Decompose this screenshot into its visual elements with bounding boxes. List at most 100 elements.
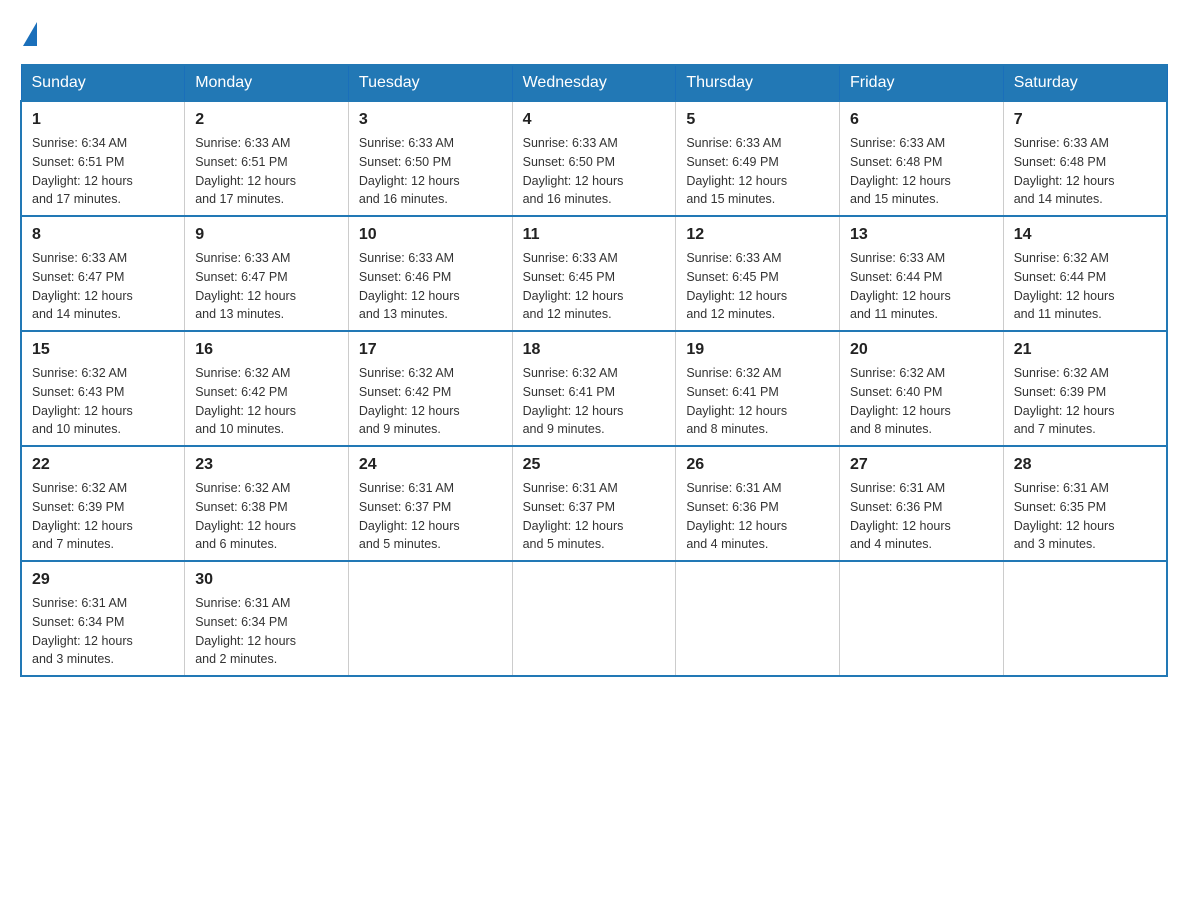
day-info: Sunrise: 6:31 AMSunset: 6:35 PMDaylight:… bbox=[1014, 479, 1156, 554]
calendar-cell: 13Sunrise: 6:33 AMSunset: 6:44 PMDayligh… bbox=[840, 216, 1004, 331]
logo-arrow-icon bbox=[23, 22, 37, 46]
day-info: Sunrise: 6:32 AMSunset: 6:39 PMDaylight:… bbox=[32, 479, 174, 554]
page-header bbox=[20, 20, 1168, 44]
day-number: 15 bbox=[32, 338, 174, 362]
day-number: 25 bbox=[523, 453, 666, 477]
day-number: 13 bbox=[850, 223, 993, 247]
day-info: Sunrise: 6:34 AMSunset: 6:51 PMDaylight:… bbox=[32, 134, 174, 209]
calendar-cell: 12Sunrise: 6:33 AMSunset: 6:45 PMDayligh… bbox=[676, 216, 840, 331]
calendar-cell bbox=[512, 561, 676, 676]
calendar-cell: 22Sunrise: 6:32 AMSunset: 6:39 PMDayligh… bbox=[21, 446, 185, 561]
calendar-cell: 2Sunrise: 6:33 AMSunset: 6:51 PMDaylight… bbox=[185, 101, 349, 216]
column-header-saturday: Saturday bbox=[1003, 65, 1167, 101]
day-number: 8 bbox=[32, 223, 174, 247]
day-number: 9 bbox=[195, 223, 338, 247]
column-header-thursday: Thursday bbox=[676, 65, 840, 101]
calendar-cell: 6Sunrise: 6:33 AMSunset: 6:48 PMDaylight… bbox=[840, 101, 1004, 216]
day-number: 26 bbox=[686, 453, 829, 477]
day-number: 29 bbox=[32, 568, 174, 592]
calendar-cell: 15Sunrise: 6:32 AMSunset: 6:43 PMDayligh… bbox=[21, 331, 185, 446]
column-header-sunday: Sunday bbox=[21, 65, 185, 101]
day-number: 11 bbox=[523, 223, 666, 247]
calendar-cell: 20Sunrise: 6:32 AMSunset: 6:40 PMDayligh… bbox=[840, 331, 1004, 446]
calendar-cell bbox=[676, 561, 840, 676]
calendar-week-row: 8Sunrise: 6:33 AMSunset: 6:47 PMDaylight… bbox=[21, 216, 1167, 331]
calendar-week-row: 15Sunrise: 6:32 AMSunset: 6:43 PMDayligh… bbox=[21, 331, 1167, 446]
day-number: 24 bbox=[359, 453, 502, 477]
day-number: 18 bbox=[523, 338, 666, 362]
calendar-cell: 25Sunrise: 6:31 AMSunset: 6:37 PMDayligh… bbox=[512, 446, 676, 561]
day-info: Sunrise: 6:33 AMSunset: 6:44 PMDaylight:… bbox=[850, 249, 993, 324]
day-number: 20 bbox=[850, 338, 993, 362]
calendar-week-row: 29 Sunrise: 6:31 AMSunset: 6:34 PMDayligh… bbox=[21, 561, 1167, 676]
day-info: Sunrise: 6:32 AMSunset: 6:44 PMDaylight:… bbox=[1014, 249, 1156, 324]
calendar-cell: 9Sunrise: 6:33 AMSunset: 6:47 PMDaylight… bbox=[185, 216, 349, 331]
calendar-cell: 5Sunrise: 6:33 AMSunset: 6:49 PMDaylight… bbox=[676, 101, 840, 216]
calendar-week-row: 22Sunrise: 6:32 AMSunset: 6:39 PMDayligh… bbox=[21, 446, 1167, 561]
day-info: Sunrise: 6:31 AMSunset: 6:37 PMDaylight:… bbox=[359, 479, 502, 554]
calendar-cell: 3Sunrise: 6:33 AMSunset: 6:50 PMDaylight… bbox=[348, 101, 512, 216]
column-header-monday: Monday bbox=[185, 65, 349, 101]
calendar-cell: 19Sunrise: 6:32 AMSunset: 6:41 PMDayligh… bbox=[676, 331, 840, 446]
day-info: Sunrise: 6:32 AMSunset: 6:38 PMDaylight:… bbox=[195, 479, 338, 554]
calendar-cell: 4Sunrise: 6:33 AMSunset: 6:50 PMDaylight… bbox=[512, 101, 676, 216]
day-info: Sunrise: 6:33 AMSunset: 6:48 PMDaylight:… bbox=[1014, 134, 1156, 209]
day-info: Sunrise: 6:32 AMSunset: 6:41 PMDaylight:… bbox=[523, 364, 666, 439]
day-info: Sunrise: 6:33 AMSunset: 6:47 PMDaylight:… bbox=[32, 249, 174, 324]
day-number: 7 bbox=[1014, 108, 1156, 132]
day-info: Sunrise: 6:32 AMSunset: 6:42 PMDaylight:… bbox=[195, 364, 338, 439]
logo bbox=[20, 20, 37, 44]
day-number: 22 bbox=[32, 453, 174, 477]
day-info: Sunrise: 6:32 AMSunset: 6:43 PMDaylight:… bbox=[32, 364, 174, 439]
day-info: Sunrise: 6:32 AMSunset: 6:40 PMDaylight:… bbox=[850, 364, 993, 439]
day-info: Sunrise: 6:32 AMSunset: 6:39 PMDaylight:… bbox=[1014, 364, 1156, 439]
day-number: 16 bbox=[195, 338, 338, 362]
calendar-cell: 18Sunrise: 6:32 AMSunset: 6:41 PMDayligh… bbox=[512, 331, 676, 446]
calendar-header-row: SundayMondayTuesdayWednesdayThursdayFrid… bbox=[21, 65, 1167, 101]
calendar-cell: 8Sunrise: 6:33 AMSunset: 6:47 PMDaylight… bbox=[21, 216, 185, 331]
day-number: 4 bbox=[523, 108, 666, 132]
day-info: Sunrise: 6:33 AMSunset: 6:51 PMDaylight:… bbox=[195, 134, 338, 209]
day-number: 10 bbox=[359, 223, 502, 247]
calendar-cell bbox=[840, 561, 1004, 676]
day-info: Sunrise: 6:33 AMSunset: 6:47 PMDaylight:… bbox=[195, 249, 338, 324]
day-number: 17 bbox=[359, 338, 502, 362]
day-number: 23 bbox=[195, 453, 338, 477]
column-header-wednesday: Wednesday bbox=[512, 65, 676, 101]
day-number: 2 bbox=[195, 108, 338, 132]
day-info: Sunrise: 6:32 AMSunset: 6:42 PMDaylight:… bbox=[359, 364, 502, 439]
day-number: 30 bbox=[195, 568, 338, 592]
calendar-cell: 24Sunrise: 6:31 AMSunset: 6:37 PMDayligh… bbox=[348, 446, 512, 561]
day-number: 1 bbox=[32, 108, 174, 132]
calendar-cell: 26Sunrise: 6:31 AMSunset: 6:36 PMDayligh… bbox=[676, 446, 840, 561]
day-number: 28 bbox=[1014, 453, 1156, 477]
day-number: 21 bbox=[1014, 338, 1156, 362]
day-info: Sunrise: 6:33 AMSunset: 6:48 PMDaylight:… bbox=[850, 134, 993, 209]
day-number: 27 bbox=[850, 453, 993, 477]
day-info: Sunrise: 6:33 AMSunset: 6:49 PMDaylight:… bbox=[686, 134, 829, 209]
day-info: Sunrise: 6:31 AMSunset: 6:34 PMDaylight:… bbox=[195, 594, 338, 669]
calendar-cell: 23Sunrise: 6:32 AMSunset: 6:38 PMDayligh… bbox=[185, 446, 349, 561]
day-info: Sunrise: 6:31 AMSunset: 6:36 PMDaylight:… bbox=[850, 479, 993, 554]
day-info: Sunrise: 6:33 AMSunset: 6:50 PMDaylight:… bbox=[523, 134, 666, 209]
day-info: Sunrise: 6:33 AMSunset: 6:46 PMDaylight:… bbox=[359, 249, 502, 324]
day-info: Sunrise: 6:33 AMSunset: 6:45 PMDaylight:… bbox=[523, 249, 666, 324]
calendar-table: SundayMondayTuesdayWednesdayThursdayFrid… bbox=[20, 64, 1168, 677]
day-info: Sunrise: 6:33 AMSunset: 6:45 PMDaylight:… bbox=[686, 249, 829, 324]
day-number: 19 bbox=[686, 338, 829, 362]
calendar-week-row: 1Sunrise: 6:34 AMSunset: 6:51 PMDaylight… bbox=[21, 101, 1167, 216]
calendar-cell: 1Sunrise: 6:34 AMSunset: 6:51 PMDaylight… bbox=[21, 101, 185, 216]
day-number: 3 bbox=[359, 108, 502, 132]
day-info: Sunrise: 6:32 AMSunset: 6:41 PMDaylight:… bbox=[686, 364, 829, 439]
calendar-cell: 27Sunrise: 6:31 AMSunset: 6:36 PMDayligh… bbox=[840, 446, 1004, 561]
calendar-cell: 30Sunrise: 6:31 AMSunset: 6:34 PMDayligh… bbox=[185, 561, 349, 676]
calendar-cell: 28Sunrise: 6:31 AMSunset: 6:35 PMDayligh… bbox=[1003, 446, 1167, 561]
calendar-cell bbox=[348, 561, 512, 676]
calendar-cell: 17Sunrise: 6:32 AMSunset: 6:42 PMDayligh… bbox=[348, 331, 512, 446]
calendar-cell: 11Sunrise: 6:33 AMSunset: 6:45 PMDayligh… bbox=[512, 216, 676, 331]
calendar-cell: 21Sunrise: 6:32 AMSunset: 6:39 PMDayligh… bbox=[1003, 331, 1167, 446]
day-info: Sunrise: 6:31 AMSunset: 6:37 PMDaylight:… bbox=[523, 479, 666, 554]
calendar-cell bbox=[1003, 561, 1167, 676]
calendar-cell: 10Sunrise: 6:33 AMSunset: 6:46 PMDayligh… bbox=[348, 216, 512, 331]
day-number: 12 bbox=[686, 223, 829, 247]
